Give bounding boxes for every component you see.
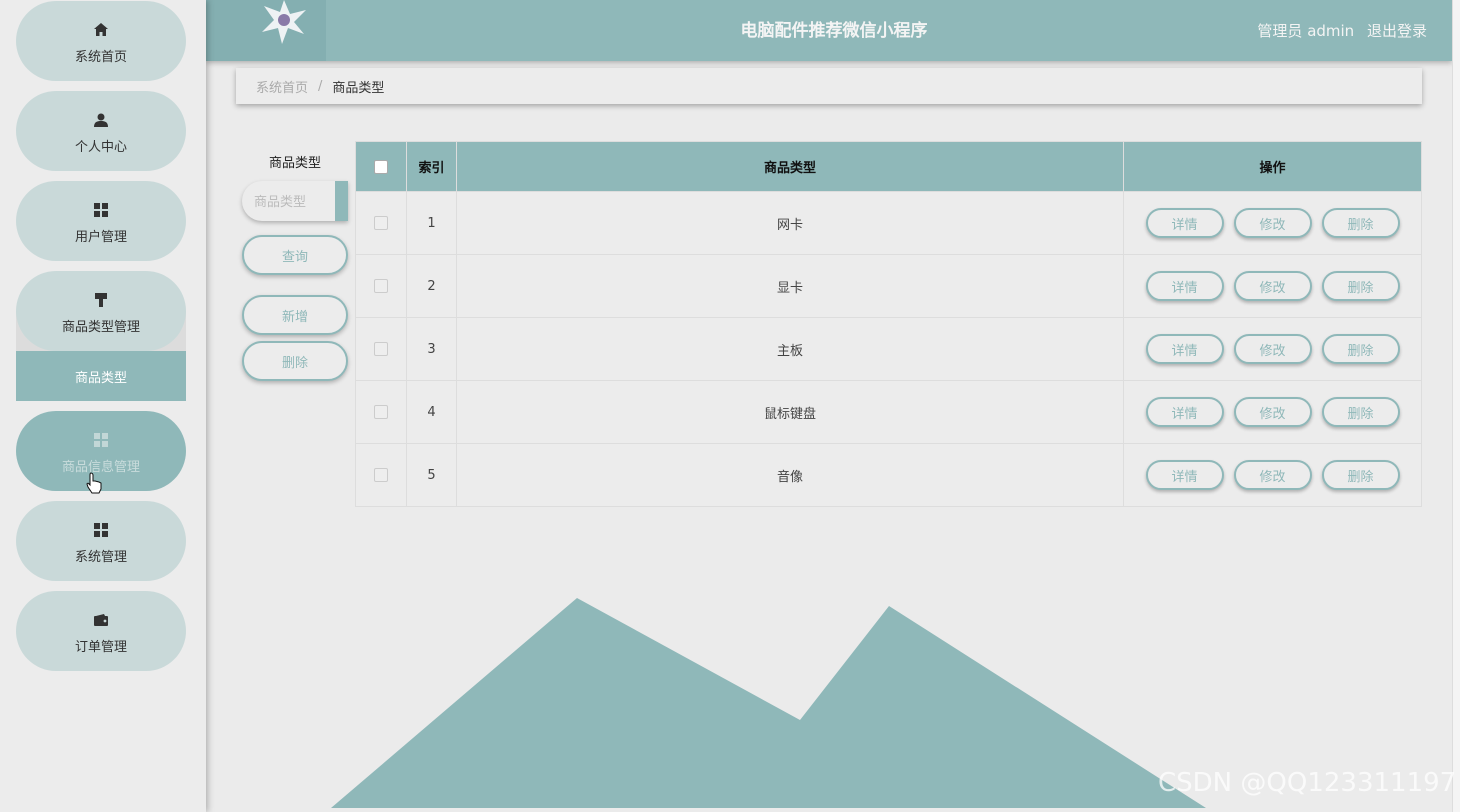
grid-icon — [93, 432, 109, 448]
edit-button[interactable]: 修改 — [1233, 271, 1312, 301]
grid-icon — [93, 522, 109, 538]
home-icon — [93, 22, 109, 38]
column-header-type: 商品类型 — [456, 141, 1124, 192]
breadcrumb-current: 商品类型 — [332, 80, 385, 96]
sidebar-item-users[interactable]: 用户管理 — [16, 181, 186, 261]
hand-cursor-icon — [86, 472, 102, 494]
row-index: 3 — [406, 317, 457, 381]
row-select-cell — [355, 254, 407, 318]
user-area: 管理员 admin 退出登录 — [1249, 0, 1427, 62]
detail-button[interactable]: 详情 — [1145, 271, 1224, 301]
table-row: 5 音像 详情 修改 删除 — [355, 443, 1422, 507]
column-header-index: 索引 — [406, 141, 457, 192]
detail-button[interactable]: 详情 — [1145, 208, 1224, 238]
delete-button[interactable]: 删除 — [1321, 397, 1400, 427]
sidebar-item-label: 商品类型管理 — [61, 319, 140, 335]
sidebar-item-label: 订单管理 — [74, 639, 127, 655]
sidebar-item-orders[interactable]: 订单管理 — [16, 591, 186, 671]
search-input-accent — [335, 181, 348, 221]
select-all-cell — [355, 141, 407, 192]
top-header: 电脑配件推荐微信小程序 管理员 admin 退出登录 — [206, 0, 1452, 61]
admin-label: 管理员 admin — [1257, 22, 1355, 40]
delete-button[interactable]: 删除 — [1321, 334, 1400, 364]
search-input[interactable] — [242, 181, 348, 221]
breadcrumb-separator: / — [318, 78, 323, 94]
detail-button[interactable]: 详情 — [1145, 397, 1224, 427]
table-row: 1 网卡 详情 修改 删除 — [355, 191, 1422, 255]
sidebar-item-label: 个人中心 — [74, 139, 127, 155]
row-actions: 详情 修改 删除 — [1123, 443, 1422, 507]
user-icon — [93, 112, 109, 128]
logout-link[interactable]: 退出登录 — [1367, 22, 1427, 40]
brush-icon — [93, 292, 109, 308]
sidebar-item-label: 系统管理 — [74, 549, 127, 565]
row-type: 鼠标键盘 — [456, 380, 1124, 444]
sidebar-item-label: 用户管理 — [74, 229, 127, 245]
row-actions: 详情 修改 删除 — [1123, 317, 1422, 381]
select-all-checkbox[interactable] — [374, 159, 388, 174]
edit-button[interactable]: 修改 — [1233, 334, 1312, 364]
row-select-cell — [355, 191, 407, 255]
row-checkbox[interactable] — [374, 216, 388, 230]
scroll-edge — [1452, 0, 1460, 812]
add-button[interactable]: 新增 — [242, 295, 348, 335]
wallet-icon — [93, 612, 109, 628]
product-type-table: 索引 商品类型 操作 1 网卡 详情 修改 删除 2 显卡 详情 修改 删除 3 主板 详情 修改 删除 4 鼠… — [355, 141, 1422, 507]
delete-button[interactable]: 删除 — [1321, 208, 1400, 238]
row-type: 音像 — [456, 443, 1124, 507]
row-actions: 详情 修改 删除 — [1123, 380, 1422, 444]
watermark: CSDN @QQ123311197 — [1158, 768, 1457, 798]
row-index: 2 — [406, 254, 457, 318]
row-checkbox[interactable] — [374, 342, 388, 356]
row-select-cell — [355, 317, 407, 381]
delete-button[interactable]: 删除 — [1321, 460, 1400, 490]
table-row: 2 显卡 详情 修改 删除 — [355, 254, 1422, 318]
row-select-cell — [355, 443, 407, 507]
sidebar-item-system[interactable]: 系统管理 — [16, 501, 186, 581]
detail-button[interactable]: 详情 — [1145, 460, 1224, 490]
sidebar-item-home[interactable]: 系统首页 — [16, 1, 186, 81]
sidebar: 系统首页 个人中心 用户管理 商品类型管理 商品类型 商品信息管理 系统管理 订… — [0, 0, 206, 812]
row-type: 网卡 — [456, 191, 1124, 255]
row-checkbox[interactable] — [374, 405, 388, 419]
row-index: 1 — [406, 191, 457, 255]
query-button[interactable]: 查询 — [242, 235, 348, 275]
row-type: 主板 — [456, 317, 1124, 381]
edit-button[interactable]: 修改 — [1233, 208, 1312, 238]
search-label: 商品类型 — [268, 156, 321, 171]
row-type: 显卡 — [456, 254, 1124, 318]
row-index: 5 — [406, 443, 457, 507]
sidebar-item-product-type[interactable]: 商品类型管理 — [16, 271, 186, 351]
row-actions: 详情 修改 删除 — [1123, 191, 1422, 255]
batch-delete-button[interactable]: 删除 — [242, 341, 348, 381]
row-index: 4 — [406, 380, 457, 444]
row-checkbox[interactable] — [374, 279, 388, 293]
row-select-cell — [355, 380, 407, 444]
edit-button[interactable]: 修改 — [1233, 397, 1312, 427]
edit-button[interactable]: 修改 — [1233, 460, 1312, 490]
table-row: 4 鼠标键盘 详情 修改 删除 — [355, 380, 1422, 444]
column-header-actions: 操作 — [1123, 141, 1422, 192]
search-input-wrapper — [242, 181, 348, 221]
table-header-row: 索引 商品类型 操作 — [355, 141, 1422, 192]
grid-icon — [93, 202, 109, 218]
sidebar-item-profile[interactable]: 个人中心 — [16, 91, 186, 171]
detail-button[interactable]: 详情 — [1145, 334, 1224, 364]
row-actions: 详情 修改 删除 — [1123, 254, 1422, 318]
sidebar-subitem-product-type[interactable]: 商品类型 — [16, 351, 186, 401]
sidebar-item-label: 系统首页 — [74, 49, 127, 65]
breadcrumb-home[interactable]: 系统首页 — [256, 77, 308, 96]
row-checkbox[interactable] — [374, 468, 388, 482]
breadcrumb: 系统首页 / 商品类型 — [236, 68, 1422, 104]
table-row: 3 主板 详情 修改 删除 — [355, 317, 1422, 381]
delete-button[interactable]: 删除 — [1321, 271, 1400, 301]
